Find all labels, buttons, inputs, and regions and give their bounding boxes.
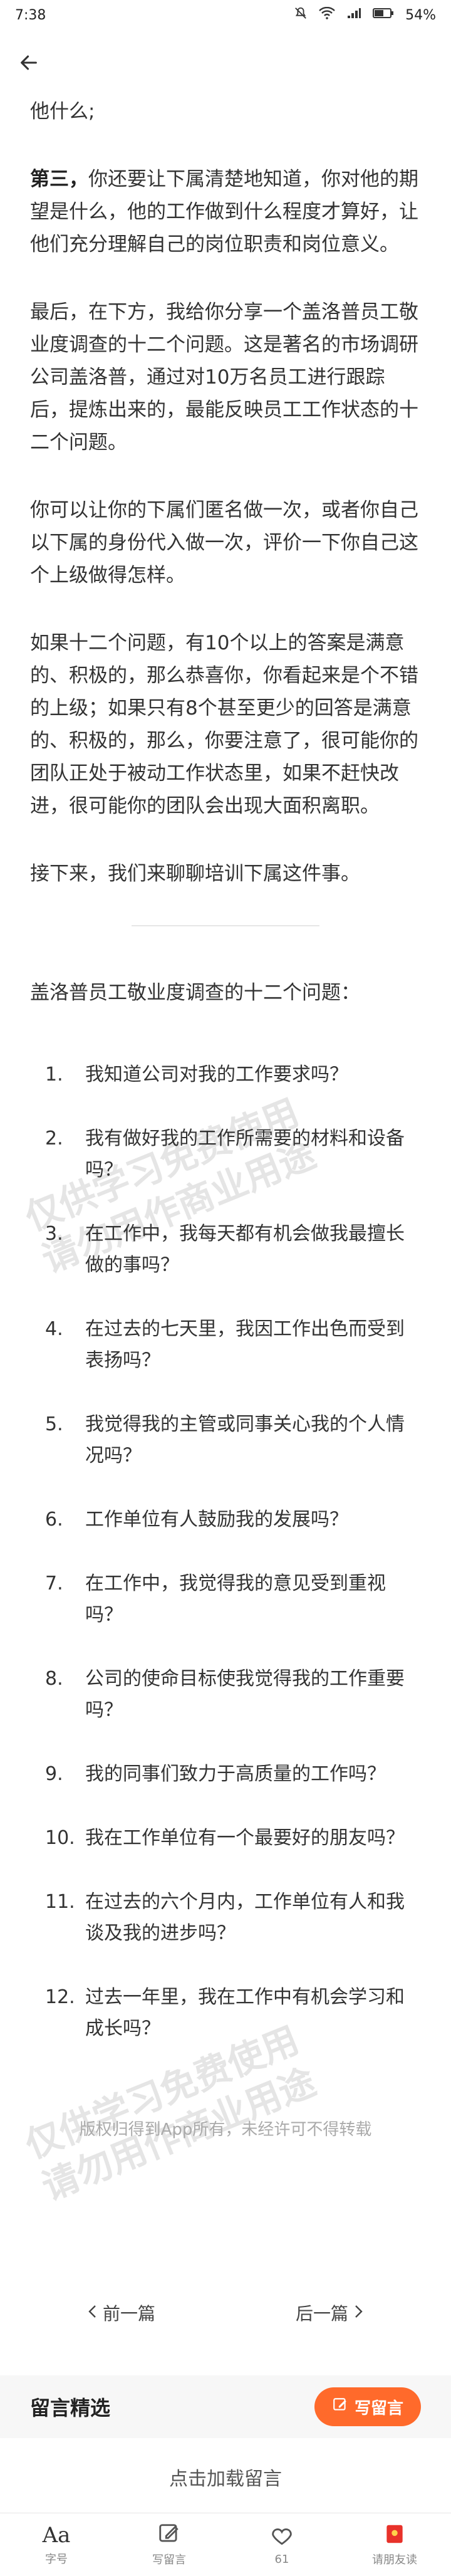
status-icons: 54% xyxy=(294,6,436,24)
status-time: 7:38 xyxy=(15,7,46,23)
font-size-label: 字号 xyxy=(45,2553,68,2566)
heart-icon xyxy=(270,2524,294,2550)
question-item: 6. 工作单位有人鼓励我的发展吗？ xyxy=(45,1509,348,1531)
question-item: 5. 我觉得我的主管或同事关心我的个人情况吗？ xyxy=(45,1413,405,1467)
article-body: 他什么; 第三，你还要让下属清楚地知道，你对他的期望是什么，他的工作做到什么程度… xyxy=(30,95,421,2146)
question-item: 8. 公司的使命目标使我觉得我的工作重要吗？ xyxy=(45,1668,405,1721)
paragraph-3: 最后，在下方，我给你分享一个盖洛普员工敬业度调查的十二个问题。这是著名的市场调研… xyxy=(30,301,418,454)
question-item: 10. 我在工作单位有一个最要好的朋友吗？ xyxy=(45,1827,405,1849)
questions-title: 盖洛普员工敬业度调查的十二个问题： xyxy=(30,982,360,1004)
paragraph-5: 如果十二个问题，有10个以上的答案是满意的、积极的，那么恭喜你，你看起来是个不错… xyxy=(30,632,418,817)
copyright-notice: 版权归得到App所有，未经许可不得转载 xyxy=(79,2120,372,2139)
like-button[interactable]: 61 xyxy=(238,2524,326,2566)
load-comments-link[interactable]: 点击加载留言 xyxy=(0,2463,451,2491)
paragraph-4: 你可以让你的下属们匿名做一次，或者你自己以下属的身份代入做一次，评价一下你自己这… xyxy=(30,499,418,587)
back-arrow-icon[interactable] xyxy=(15,49,43,76)
prev-article-link[interactable]: 前一篇 xyxy=(88,2300,155,2325)
invite-friend-button[interactable]: 请朋友读 xyxy=(351,2522,438,2567)
status-bar: 7:38 54% xyxy=(0,0,451,30)
questions-list: 1. 我知道公司对我的工作要求吗？ 2. 我有做好我的工作所需要的材料和设备吗？ 3… xyxy=(30,1059,421,2045)
next-article-link[interactable]: 后一篇 xyxy=(296,2300,363,2325)
write-comment-label: 写留言 xyxy=(152,2553,186,2567)
question-item: 11. 在过去的六个月内，工作单位有人和我谈及我的进步吗？ xyxy=(45,1891,405,1944)
font-size-icon: Aa xyxy=(42,2523,71,2548)
signal-icon xyxy=(346,7,361,23)
edit-icon xyxy=(332,2397,348,2417)
battery-icon xyxy=(373,7,394,23)
like-count: 61 xyxy=(274,2552,289,2566)
battery-percent: 54% xyxy=(405,7,436,23)
comments-title: 留言精选 xyxy=(30,2396,111,2420)
prev-next-nav: 前一篇 后一篇 xyxy=(0,2281,451,2344)
top-nav-bar xyxy=(0,30,451,95)
font-size-button[interactable]: Aa 字号 xyxy=(13,2523,100,2567)
question-item: 9. 我的同事们致力于高质量的工作吗？ xyxy=(45,1763,386,1785)
chevron-left-icon xyxy=(88,2303,98,2323)
gift-icon xyxy=(383,2522,407,2548)
chevron-right-icon xyxy=(353,2303,363,2323)
question-item: 12. 过去一年里，我在工作中有机会学习和成长吗？ xyxy=(45,1986,405,2039)
paragraph-6: 接下来，我们来聊聊培训下属这件事。 xyxy=(30,862,360,885)
write-comment-button[interactable]: 写留言 xyxy=(314,2387,421,2426)
wifi-icon xyxy=(319,6,335,23)
question-item: 3. 在工作中，我每天都有机会做我最擅长做的事吗？ xyxy=(45,1223,405,1276)
question-item: 4. 在过去的七天里，我因工作出色而受到表扬吗？ xyxy=(45,1318,405,1371)
edit-icon xyxy=(157,2522,181,2548)
question-item: 2. 我有做好我的工作所需要的材料和设备吗？ xyxy=(45,1128,405,1181)
write-comment-tab[interactable]: 写留言 xyxy=(125,2522,213,2567)
paragraph-1: 他什么; xyxy=(30,100,95,123)
paragraph-2: 第三，你还要让下属清楚地知道，你对他的期望是什么，他的工作做到什么程度才算好，让… xyxy=(30,168,418,256)
mute-icon xyxy=(294,6,308,24)
section-divider xyxy=(132,925,319,926)
comments-header: 留言精选 写留言 xyxy=(0,2375,451,2438)
invite-friend-label: 请朋友读 xyxy=(372,2553,417,2567)
bottom-toolbar: Aa 字号 写留言 61 请朋友读 xyxy=(0,2513,451,2576)
question-item: 7. 在工作中，我觉得我的意见受到重视吗？ xyxy=(45,1573,386,1626)
question-item: 1. 我知道公司对我的工作要求吗？ xyxy=(45,1064,348,1086)
